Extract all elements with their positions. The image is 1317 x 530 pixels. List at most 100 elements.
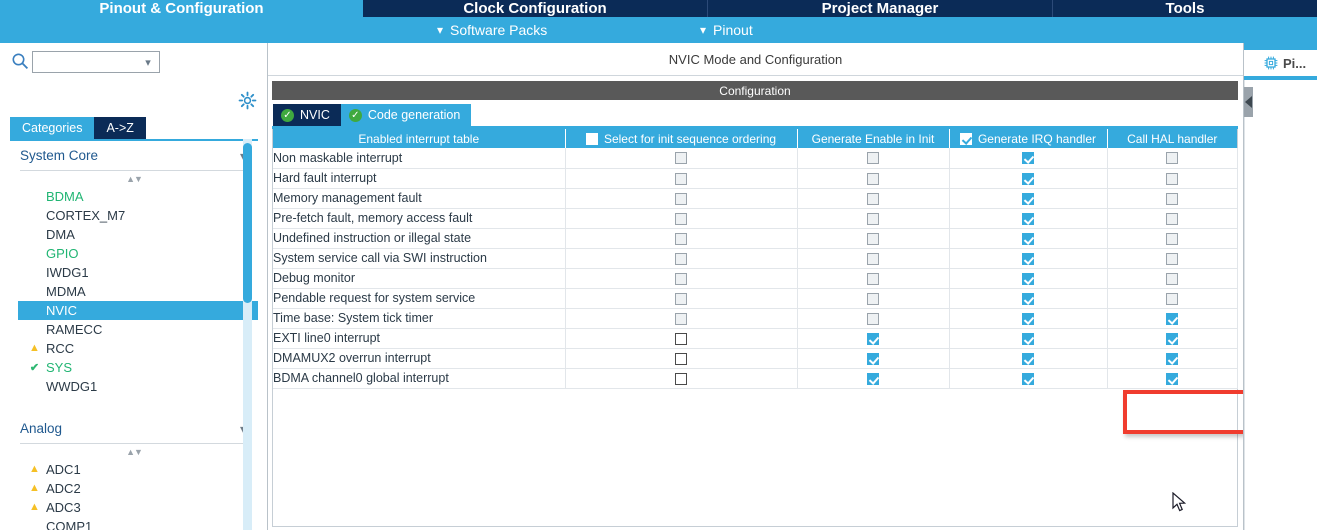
generate-irq-handler-checkbox-cell[interactable] [949, 348, 1108, 369]
generate-irq-handler-checkbox[interactable] [1022, 212, 1034, 225]
generate-enable-in-init-checkbox[interactable] [867, 152, 879, 165]
call-hal-handler-checkbox-cell[interactable] [1107, 328, 1238, 349]
sidebar-item-bdma[interactable]: BDMA [10, 187, 258, 206]
generate-enable-in-init-checkbox-cell[interactable] [797, 348, 950, 369]
sidebar-item-adc3[interactable]: ▲ ADC3 [10, 498, 258, 517]
generate-irq-handler-checkbox-cell[interactable] [949, 288, 1108, 309]
table-row[interactable]: System service call via SWI instruction [273, 248, 1238, 269]
call-hal-handler-checkbox[interactable] [1166, 372, 1178, 385]
init-order-checkbox-cell[interactable] [565, 248, 798, 269]
generate-irq-handler-checkbox[interactable] [1022, 172, 1034, 185]
table-row[interactable]: Undefined instruction or illegal state [273, 228, 1238, 249]
call-hal-handler-checkbox[interactable] [1166, 172, 1178, 185]
init-order-checkbox-cell[interactable] [565, 308, 798, 329]
group-header-system-core[interactable]: System Core ▾ [20, 141, 246, 171]
call-hal-handler-checkbox-cell[interactable] [1107, 368, 1238, 389]
init-order-checkbox-cell[interactable] [565, 268, 798, 289]
table-row[interactable]: Memory management fault [273, 188, 1238, 209]
menu-pinout[interactable]: ▾ Pinout [700, 17, 753, 43]
generate-irq-handler-checkbox-cell[interactable] [949, 328, 1108, 349]
generate-irq-handler-checkbox-cell[interactable] [949, 308, 1108, 329]
init-order-checkbox-cell[interactable] [565, 228, 798, 249]
tab-code-generation[interactable]: ✓ Code generation [340, 104, 472, 126]
table-row[interactable]: Pre-fetch fault, memory access fault [273, 208, 1238, 229]
call-hal-handler-checkbox-cell[interactable] [1107, 248, 1238, 269]
init-order-checkbox[interactable] [675, 272, 687, 285]
init-order-checkbox[interactable] [675, 192, 687, 205]
generate-enable-in-init-checkbox[interactable] [867, 292, 879, 305]
generate-irq-handler-checkbox[interactable] [1022, 332, 1034, 345]
generate-enable-in-init-checkbox-cell[interactable] [797, 228, 950, 249]
generate-enable-in-init-checkbox-cell[interactable] [797, 248, 950, 269]
generate-enable-in-init-checkbox[interactable] [867, 192, 879, 205]
generate-irq-handler-checkbox-cell[interactable] [949, 208, 1108, 229]
scroll-spinner-analog[interactable]: ▲ ▼ [10, 444, 258, 460]
generate-enable-in-init-checkbox-cell[interactable] [797, 168, 950, 189]
generate-irq-handler-checkbox[interactable] [1022, 312, 1034, 325]
gear-icon[interactable] [238, 91, 257, 110]
group-header-analog[interactable]: Analog ▾ [20, 414, 246, 444]
sidebar-scrollbar-thumb[interactable] [243, 143, 252, 303]
init-order-checkbox[interactable] [675, 252, 687, 265]
tab-tools[interactable]: Tools [1053, 0, 1317, 17]
init-order-checkbox[interactable] [675, 352, 687, 365]
column-header-generate-enable-in-init[interactable]: Generate Enable in Init [797, 129, 950, 148]
call-hal-handler-checkbox[interactable] [1166, 272, 1178, 285]
call-hal-handler-checkbox[interactable] [1166, 312, 1178, 325]
call-hal-handler-checkbox[interactable] [1166, 232, 1178, 245]
generate-enable-in-init-checkbox-cell[interactable] [797, 208, 950, 229]
tab-categories[interactable]: Categories [10, 117, 95, 139]
call-hal-handler-checkbox-cell[interactable] [1107, 188, 1238, 209]
generate-irq-handler-checkbox[interactable] [1022, 372, 1034, 385]
generate-enable-in-init-checkbox[interactable] [867, 172, 879, 185]
init-order-checkbox[interactable] [675, 292, 687, 305]
sidebar-item-nvic[interactable]: NVIC [18, 301, 258, 320]
tab-clock-configuration[interactable]: Clock Configuration [363, 0, 708, 17]
call-hal-handler-checkbox[interactable] [1166, 152, 1178, 165]
generate-irq-handler-checkbox[interactable] [1022, 272, 1034, 285]
call-hal-handler-checkbox-cell[interactable] [1107, 268, 1238, 289]
tab-nvic[interactable]: ✓ NVIC [273, 104, 341, 126]
generate-enable-in-init-checkbox[interactable] [867, 352, 879, 365]
generate-enable-in-init-checkbox[interactable] [867, 272, 879, 285]
call-hal-handler-checkbox-cell[interactable] [1107, 308, 1238, 329]
table-row[interactable]: DMAMUX2 overrun interrupt [273, 348, 1238, 369]
generate-irq-handler-checkbox[interactable] [1022, 152, 1034, 165]
tab-a-to-z[interactable]: A->Z [94, 117, 146, 139]
call-hal-handler-checkbox[interactable] [1166, 332, 1178, 345]
generate-irq-handler-checkbox-cell[interactable] [949, 168, 1108, 189]
generate-irq-handler-checkbox-cell[interactable] [949, 228, 1108, 249]
generate-irq-handler-checkbox-cell[interactable] [949, 268, 1108, 289]
sidebar-item-adc1[interactable]: ▲ ADC1 [10, 460, 258, 479]
sidebar-item-iwdg1[interactable]: IWDG1 [10, 263, 258, 282]
generate-enable-in-init-checkbox[interactable] [867, 372, 879, 385]
init-order-checkbox-cell[interactable] [565, 168, 798, 189]
table-row[interactable]: Pendable request for system service [273, 288, 1238, 309]
call-hal-handler-checkbox[interactable] [1166, 252, 1178, 265]
generate-enable-in-init-checkbox-cell[interactable] [797, 288, 950, 309]
sidebar-item-sys[interactable]: ✔ SYS [10, 358, 258, 377]
tab-project-manager[interactable]: Project Manager [708, 0, 1053, 17]
sidebar-item-ramecc[interactable]: RAMECC [10, 320, 258, 339]
generate-irq-handler-checkbox[interactable] [1022, 352, 1034, 365]
table-row[interactable]: Hard fault interrupt [273, 168, 1238, 189]
call-hal-handler-checkbox-cell[interactable] [1107, 168, 1238, 189]
call-hal-handler-checkbox[interactable] [1166, 352, 1178, 365]
select-all-init-order-checkbox[interactable] [585, 132, 598, 145]
generate-irq-handler-checkbox-cell[interactable] [949, 248, 1108, 269]
collapse-panel-button[interactable] [1244, 87, 1253, 117]
scroll-spinner-up[interactable]: ▲ ▼ [10, 171, 258, 187]
call-hal-handler-checkbox-cell[interactable] [1107, 288, 1238, 309]
sidebar-scrollbar[interactable] [243, 139, 252, 530]
init-order-checkbox[interactable] [675, 232, 687, 245]
menu-software-packs[interactable]: ▾ Software Packs [437, 17, 547, 43]
tab-pinout-view[interactable]: Pi... [1244, 50, 1317, 76]
generate-irq-handler-checkbox-cell[interactable] [949, 188, 1108, 209]
init-order-checkbox-cell[interactable] [565, 348, 798, 369]
sidebar-item-cortex-m7[interactable]: CORTEX_M7 [10, 206, 258, 225]
chevron-down-icon[interactable]: ▾ [137, 56, 159, 69]
generate-enable-in-init-checkbox[interactable] [867, 212, 879, 225]
column-header-call-hal-handler[interactable]: Call HAL handler [1107, 129, 1237, 148]
sidebar-item-comp1[interactable]: COMP1 [10, 517, 258, 530]
generate-enable-in-init-checkbox[interactable] [867, 332, 879, 345]
